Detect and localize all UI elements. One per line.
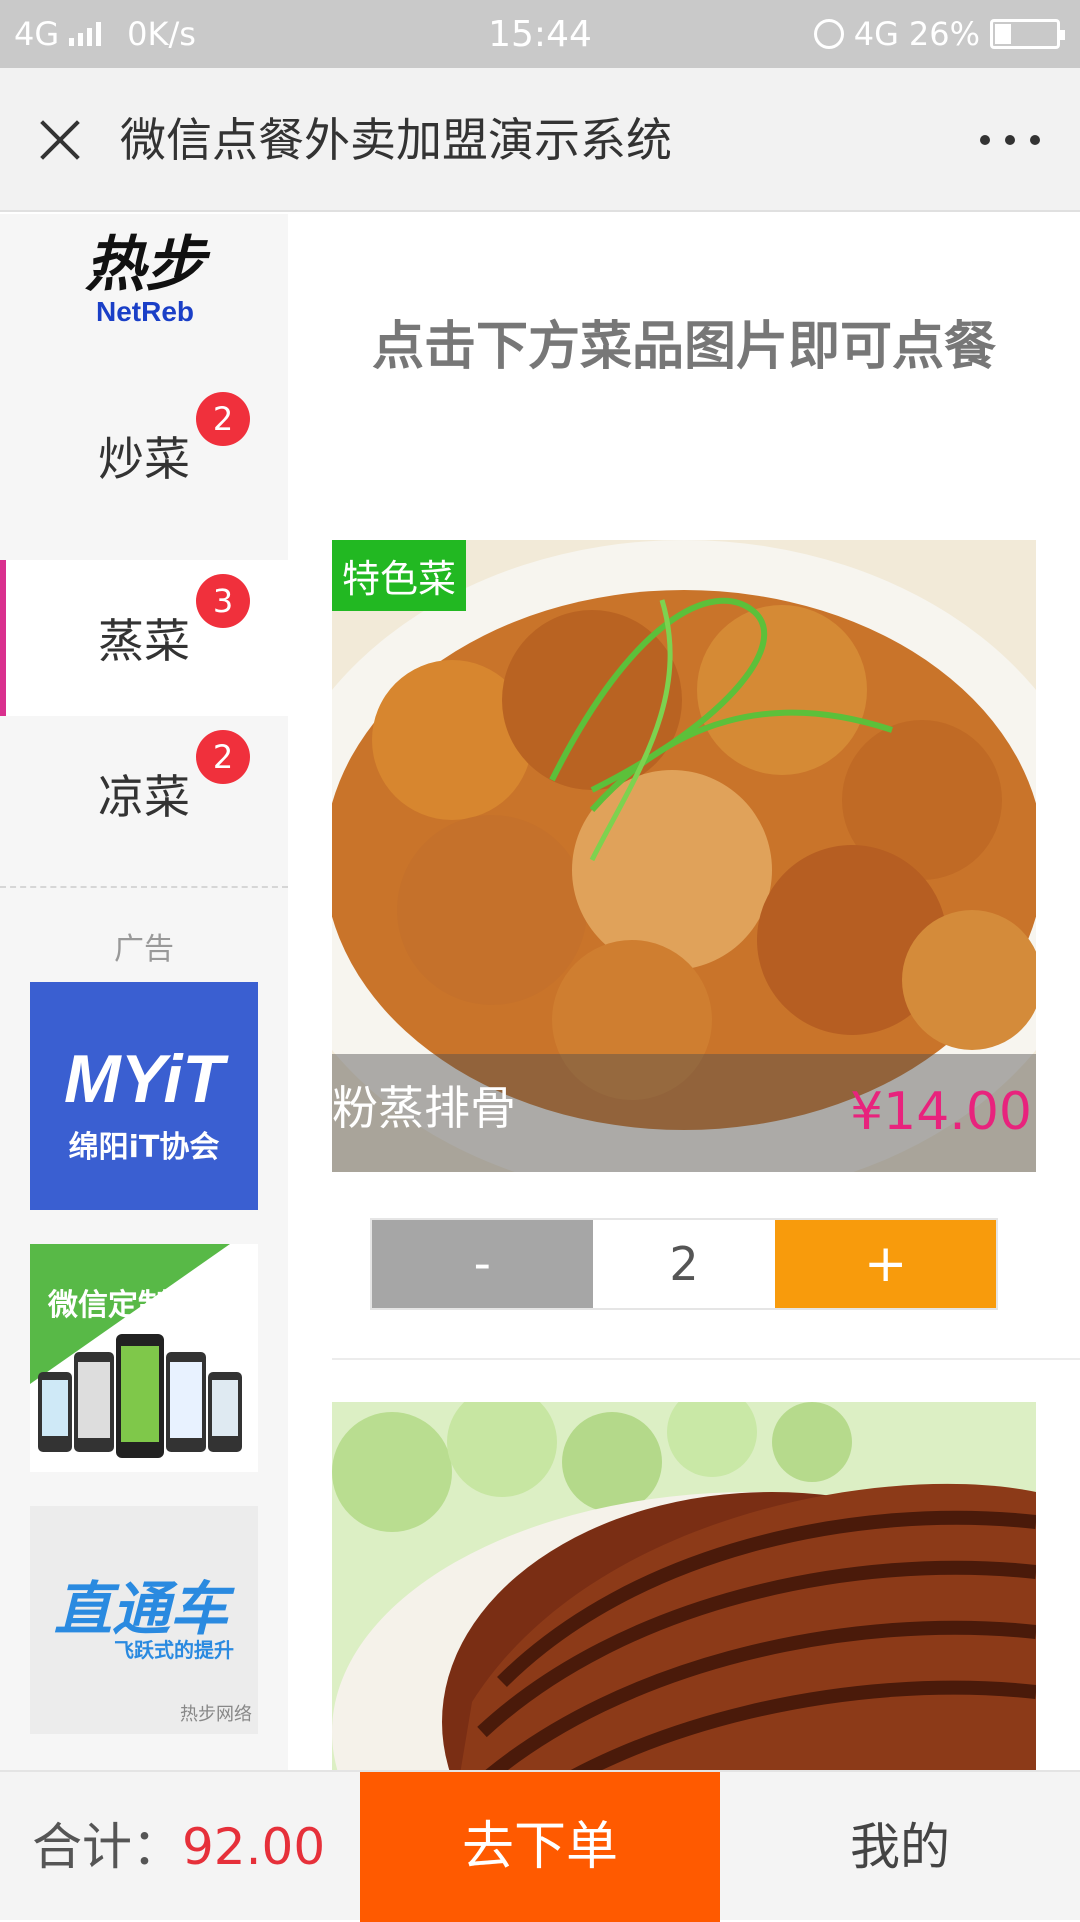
alarm-icon xyxy=(813,19,844,49)
active-indicator xyxy=(0,560,6,716)
sidebar-item-cold[interactable]: 凉菜 2 xyxy=(0,716,288,872)
close-icon[interactable] xyxy=(38,118,82,162)
logo-cn: 热步 xyxy=(85,230,205,300)
sidebar-item-stirfry[interactable]: 炒菜 2 xyxy=(0,378,288,534)
quantity-value: 2 xyxy=(592,1220,776,1308)
battery-fill xyxy=(995,24,1011,44)
ad-title: MYiT xyxy=(64,1041,224,1117)
cart-total: 合计：92.00 xyxy=(32,1772,325,1922)
page-title: 微信点餐外卖加盟演示系统 xyxy=(120,113,672,167)
total-label: 合计： xyxy=(32,1818,182,1876)
ads-label: 广告 xyxy=(114,932,174,967)
dish-card[interactable]: 特色菜 粉蒸排骨 ¥14.00 xyxy=(332,540,1036,1172)
sidebar-item-label: 蒸菜 xyxy=(98,614,190,668)
battery-icon xyxy=(990,19,1065,49)
category-sidebar: 热步 NetReb 炒菜 2 蒸菜 3 凉菜 2 广告 MYiT 绵阳iT协会 xyxy=(0,214,288,1770)
count-badge: 3 xyxy=(196,574,250,628)
ad-subtitle: 绵阳iT协会 xyxy=(68,1130,220,1165)
status-bar: 4G 0K/s 15:44 4G 26% xyxy=(0,0,1080,68)
ad-subtitle: 飞跃式的提升 xyxy=(114,1638,234,1662)
dish-name: 粉蒸排骨 xyxy=(332,1081,516,1135)
divider xyxy=(0,886,288,888)
dish-card[interactable] xyxy=(332,1402,1036,1770)
ad-banner-wechat[interactable]: 微信定制开发 xyxy=(30,1244,258,1472)
bottom-bar: 合计：92.00 去下单 我的 xyxy=(0,1770,1080,1922)
brand-logo: 热步 NetReb xyxy=(60,234,230,394)
total-value: 92.00 xyxy=(182,1818,326,1876)
sidebar-item-steamed[interactable]: 蒸菜 3 xyxy=(0,560,288,716)
count-badge: 2 xyxy=(196,730,250,784)
ad-title: 微信定制开发 xyxy=(48,1288,228,1323)
quantity-stepper: - 2 + xyxy=(370,1218,998,1310)
title-bar: 微信点餐外卖加盟演示系统 xyxy=(0,68,1080,212)
place-order-button[interactable]: 去下单 xyxy=(360,1772,720,1922)
count-badge: 2 xyxy=(196,392,250,446)
status-right: 4G 26% xyxy=(813,15,1065,53)
sidebar-item-label: 凉菜 xyxy=(98,770,190,824)
menu-content: 点击下方菜品图片即可点餐 特色菜 粉蒸排骨 ¥14.00 - 2 + xyxy=(288,214,1080,1770)
sidebar-item-label: 炒菜 xyxy=(98,432,190,486)
battery-percent: 26% xyxy=(908,15,980,53)
divider xyxy=(332,1358,1080,1360)
dish-photo xyxy=(332,1402,1036,1770)
ad-banner-zhitongche[interactable]: 直通车 飞跃式的提升 热步网络 xyxy=(30,1506,258,1734)
more-dots-icon[interactable] xyxy=(980,128,1040,152)
network-type-right: 4G xyxy=(853,15,899,53)
dish-price: ¥14.00 xyxy=(850,1082,1032,1142)
my-account-button[interactable]: 我的 xyxy=(720,1772,1080,1922)
featured-tag: 特色菜 xyxy=(332,540,467,611)
order-hint: 点击下方菜品图片即可点餐 xyxy=(371,317,996,377)
ad-graphic xyxy=(30,1244,242,1458)
decrease-button[interactable]: - xyxy=(372,1220,593,1308)
logo-en: NetReb xyxy=(95,296,194,327)
ad-footer: 热步网络 xyxy=(180,1704,252,1725)
increase-button[interactable]: + xyxy=(775,1220,997,1308)
ad-banner-myit[interactable]: MYiT 绵阳iT协会 xyxy=(30,982,258,1210)
